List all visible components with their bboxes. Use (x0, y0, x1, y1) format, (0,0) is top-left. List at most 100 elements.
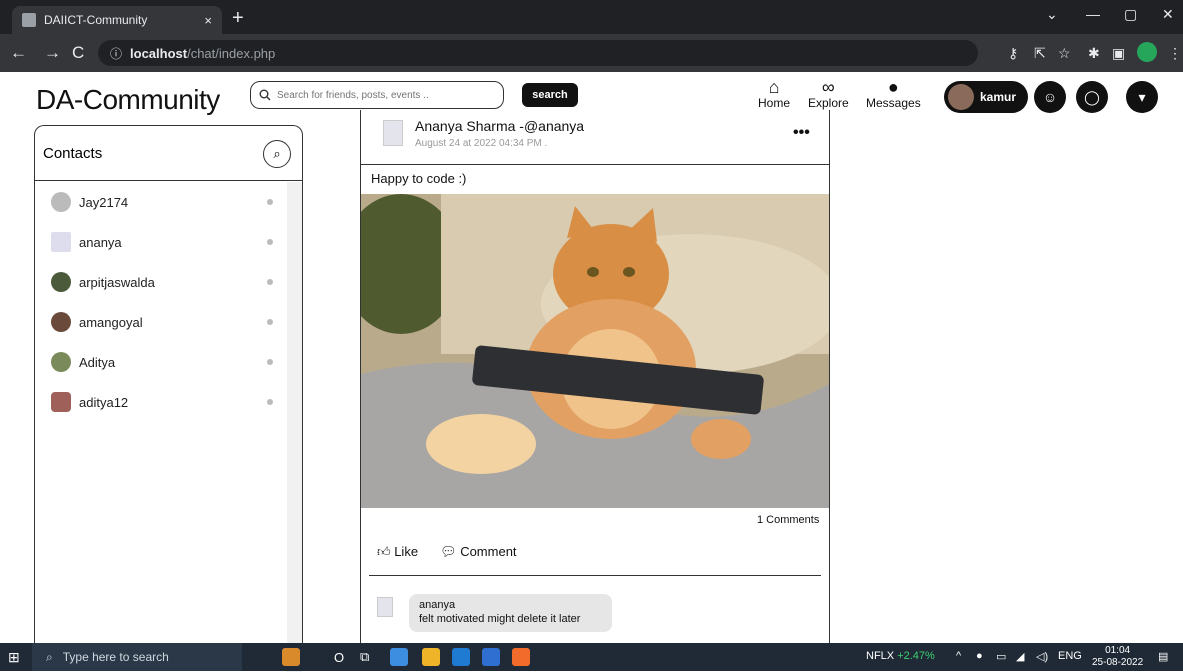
status-dot (267, 399, 273, 405)
account-menu-button[interactable]: ▾ (1126, 81, 1158, 113)
comment-bubble: ananya felt motivated might delete it la… (409, 594, 612, 632)
contact-name: ananya (79, 234, 122, 250)
contact-item[interactable]: aditya12 (35, 382, 287, 422)
menu-kebab-icon[interactable]: ⋮ (1168, 45, 1182, 62)
chat-button[interactable]: ◯ (1076, 81, 1108, 113)
status-dot (267, 359, 273, 365)
search-button[interactable]: search (522, 83, 578, 107)
more-options-icon[interactable]: ••• (793, 124, 810, 142)
nav-explore-label: Explore (808, 96, 849, 110)
browser-tab[interactable]: DAIICT-Community × (12, 6, 222, 34)
contacts-scrollbar[interactable] (287, 182, 302, 672)
post-image[interactable] (361, 194, 829, 508)
wifi-icon[interactable]: ◢ (1016, 650, 1024, 663)
minimize-button[interactable]: — (1086, 6, 1100, 22)
avatar (51, 192, 71, 212)
contact-name: amangoyal (79, 314, 143, 330)
contacts-title: Contacts (43, 144, 103, 162)
clock[interactable]: 01:04 25-08-2022 (1092, 645, 1143, 669)
close-window-button[interactable]: ✕ (1162, 6, 1174, 23)
app-logo[interactable]: DA-Community (36, 84, 220, 116)
file-explorer-icon[interactable] (422, 648, 440, 666)
search-box[interactable] (250, 81, 504, 109)
contact-list: Jay2174 ananya arpitjaswalda amangoyal A… (35, 182, 287, 422)
side-panel-icon[interactable]: ▣ (1112, 45, 1125, 62)
contact-name: Aditya (79, 354, 116, 370)
nav-explore[interactable]: ∞ Explore (808, 78, 849, 110)
new-tab-button[interactable]: + (232, 8, 244, 28)
contact-item[interactable]: Jay2174 (35, 182, 287, 222)
widget-icon[interactable] (282, 648, 300, 666)
user-avatar (948, 84, 974, 110)
contact-item[interactable]: ananya (35, 222, 287, 262)
store-icon[interactable] (482, 648, 500, 666)
user-profile-pill[interactable]: kamur (944, 81, 1028, 113)
status-dot (267, 239, 273, 245)
chat-bubbles-icon: ● (887, 77, 899, 97)
comment-count[interactable]: 1 Comments (757, 514, 819, 526)
contact-name: aditya12 (79, 394, 129, 410)
bookmark-star-icon[interactable]: ☆ (1058, 45, 1071, 62)
mail-icon[interactable] (452, 648, 470, 666)
maximize-button[interactable]: ▢ (1124, 6, 1137, 23)
share-icon[interactable]: ⇱ (1034, 45, 1046, 62)
browser-tab-bar: DAIICT-Community × + ⌄ — ▢ ✕ (0, 0, 1183, 34)
battery-icon[interactable]: ▭ (996, 650, 1006, 663)
post-actions: 👍︎ Like 💬︎ Comment (377, 544, 517, 560)
taskbar-search[interactable]: ⌕ Type here to search (32, 643, 242, 671)
address-bar[interactable]: ⓘ localhost/chat/index.php (98, 40, 978, 66)
contact-name: Jay2174 (79, 194, 129, 210)
clock-date: 25-08-2022 (1092, 657, 1144, 668)
post-author[interactable]: Ananya Sharma -@ananya (415, 118, 584, 134)
tab-search-dropdown-icon[interactable]: ⌄ (1046, 6, 1058, 23)
cat-with-keyboard-image (361, 194, 829, 508)
extensions-icon[interactable]: ✱ (1088, 45, 1100, 62)
language-indicator[interactable]: ENG (1058, 650, 1082, 662)
stock-widget[interactable]: NFLX +2.47% (866, 650, 935, 662)
like-button[interactable]: 👍︎ Like (377, 544, 418, 560)
contact-item[interactable]: Aditya (35, 342, 287, 382)
avatar (51, 312, 71, 332)
key-icon[interactable]: ⚷ (1008, 45, 1018, 62)
chrome-icon[interactable] (390, 648, 408, 666)
user-name: kamur (980, 90, 1017, 104)
stock-name: NFLX (866, 650, 895, 662)
avatar (51, 352, 71, 372)
contacts-search-button[interactable]: ⌕ (263, 140, 291, 168)
windows-start-icon[interactable]: ⊞ (8, 649, 20, 666)
thumbs-up-icon: 👍︎ (377, 544, 395, 559)
volume-icon[interactable]: ◁) (1036, 650, 1048, 663)
nav-home[interactable]: ⌂ Home (758, 78, 790, 110)
comment-author-avatar[interactable] (377, 597, 393, 617)
tray-chevron-icon[interactable]: ^ (956, 650, 961, 662)
search-input[interactable] (277, 89, 497, 101)
status-dot (267, 319, 273, 325)
task-view-icon[interactable]: ⧉ (360, 649, 378, 667)
contact-item[interactable]: arpitjaswalda (35, 262, 287, 302)
post-author-avatar[interactable] (383, 120, 403, 146)
status-dot (267, 199, 273, 205)
contacts-header: Contacts (35, 126, 302, 181)
comment-icon: 💬︎ (440, 544, 461, 559)
friend-request-button[interactable]: ☺ (1034, 81, 1066, 113)
comment-author[interactable]: ananya (419, 598, 602, 612)
nav-messages-label: Messages (866, 96, 921, 110)
post-text: Happy to code :) (371, 171, 467, 186)
notifications-icon[interactable]: ▤ (1158, 650, 1168, 663)
tray-app-icon[interactable]: ● (976, 650, 983, 662)
reload-icon[interactable]: C (72, 43, 84, 63)
back-icon[interactable]: ← (10, 43, 27, 63)
site-info-icon[interactable]: ⓘ (110, 45, 122, 62)
profile-avatar[interactable] (1137, 42, 1157, 62)
comment-button[interactable]: 💬︎ Comment (440, 544, 516, 560)
cortana-icon[interactable]: O (334, 650, 352, 668)
nav-messages[interactable]: ● Messages (866, 78, 921, 110)
taskbar-search-placeholder: Type here to search (62, 650, 169, 664)
forward-icon[interactable]: → (44, 43, 61, 63)
xampp-icon[interactable] (512, 648, 530, 666)
contact-item[interactable]: amangoyal (35, 302, 287, 342)
comment-text: felt motivated might delete it later (419, 613, 581, 625)
avatar (51, 392, 71, 412)
tab-close-icon[interactable]: × (204, 13, 212, 28)
favicon-icon (22, 13, 36, 27)
